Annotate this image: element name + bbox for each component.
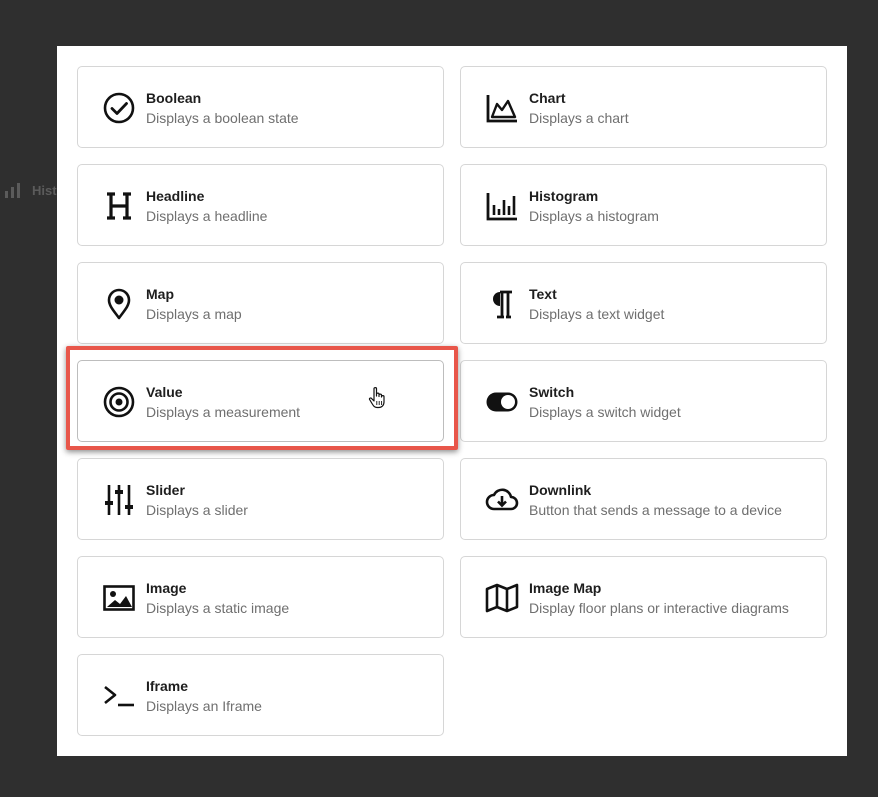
widget-description: Displays a text widget <box>529 306 665 322</box>
image-icon <box>102 581 136 615</box>
widget-title: Switch <box>529 384 575 400</box>
widget-card-histogram[interactable]: Histogram Displays a histogram <box>460 164 827 246</box>
bar-chart-icon <box>5 183 20 198</box>
widget-title: Text <box>529 286 557 302</box>
widget-description: Displays a measurement <box>146 404 301 420</box>
widget-title: Headline <box>146 188 205 204</box>
widget-card-value[interactable]: Value Displays a measurement <box>77 360 444 442</box>
widget-description: Displays a static image <box>146 600 290 616</box>
widget-card-image-map[interactable]: Image Map Display floor plans or interac… <box>460 556 827 638</box>
widget-description: Displays a histogram <box>529 208 659 224</box>
widget-card-text[interactable]: Text Displays a text widget <box>460 262 827 344</box>
widget-description: Displays a boolean state <box>146 110 299 126</box>
toggle-icon <box>485 385 519 419</box>
widget-picker-modal: Boolean Displays a boolean state Chart D… <box>57 46 847 756</box>
widget-title: Slider <box>146 482 185 498</box>
terminal-icon <box>102 679 136 713</box>
widget-card-image[interactable]: Image Displays a static image <box>77 556 444 638</box>
headline-icon <box>102 189 136 223</box>
widget-description: Displays a chart <box>529 110 629 126</box>
widget-title: Chart <box>529 90 566 106</box>
widget-title: Image <box>146 580 187 596</box>
background-label: Hist <box>32 182 57 198</box>
widget-description: Displays a headline <box>146 208 268 224</box>
widget-description: Display floor plans or interactive diagr… <box>529 600 789 616</box>
widget-description: Displays a slider <box>146 502 248 518</box>
widget-title: Downlink <box>529 482 592 498</box>
check-circle-icon <box>102 91 136 125</box>
paragraph-icon <box>485 287 519 321</box>
widget-description: Displays a switch widget <box>529 404 681 420</box>
widget-title: Map <box>146 286 174 302</box>
widget-card-boolean[interactable]: Boolean Displays a boolean state <box>77 66 444 148</box>
widget-card-chart[interactable]: Chart Displays a chart <box>460 66 827 148</box>
hand-pointer-icon <box>368 387 385 409</box>
widget-title: Value <box>146 384 183 400</box>
folded-map-icon <box>485 581 519 615</box>
widget-title: Boolean <box>146 90 202 106</box>
widget-title: Histogram <box>529 188 599 204</box>
widget-title: Image Map <box>529 580 602 596</box>
widget-card-iframe[interactable]: Iframe Displays an Iframe <box>77 654 444 736</box>
widget-card-slider[interactable]: Slider Displays a slider <box>77 458 444 540</box>
widget-description: Button that sends a message to a device <box>529 502 782 518</box>
histogram-icon <box>485 189 519 223</box>
widget-description: Displays a map <box>146 306 242 322</box>
widget-card-headline[interactable]: Headline Displays a headline <box>77 164 444 246</box>
cloud-download-icon <box>485 483 519 517</box>
widget-card-downlink[interactable]: Downlink Button that sends a message to … <box>460 458 827 540</box>
widget-card-map[interactable]: Map Displays a map <box>77 262 444 344</box>
area-chart-icon <box>485 91 519 125</box>
widget-card-switch[interactable]: Switch Displays a switch widget <box>460 360 827 442</box>
map-pin-icon <box>102 287 136 321</box>
widget-description: Displays an Iframe <box>146 698 262 714</box>
widget-title: Iframe <box>146 678 189 694</box>
background-histogram-item: Hist <box>4 182 57 198</box>
target-icon <box>102 385 136 419</box>
sliders-icon <box>102 483 136 517</box>
